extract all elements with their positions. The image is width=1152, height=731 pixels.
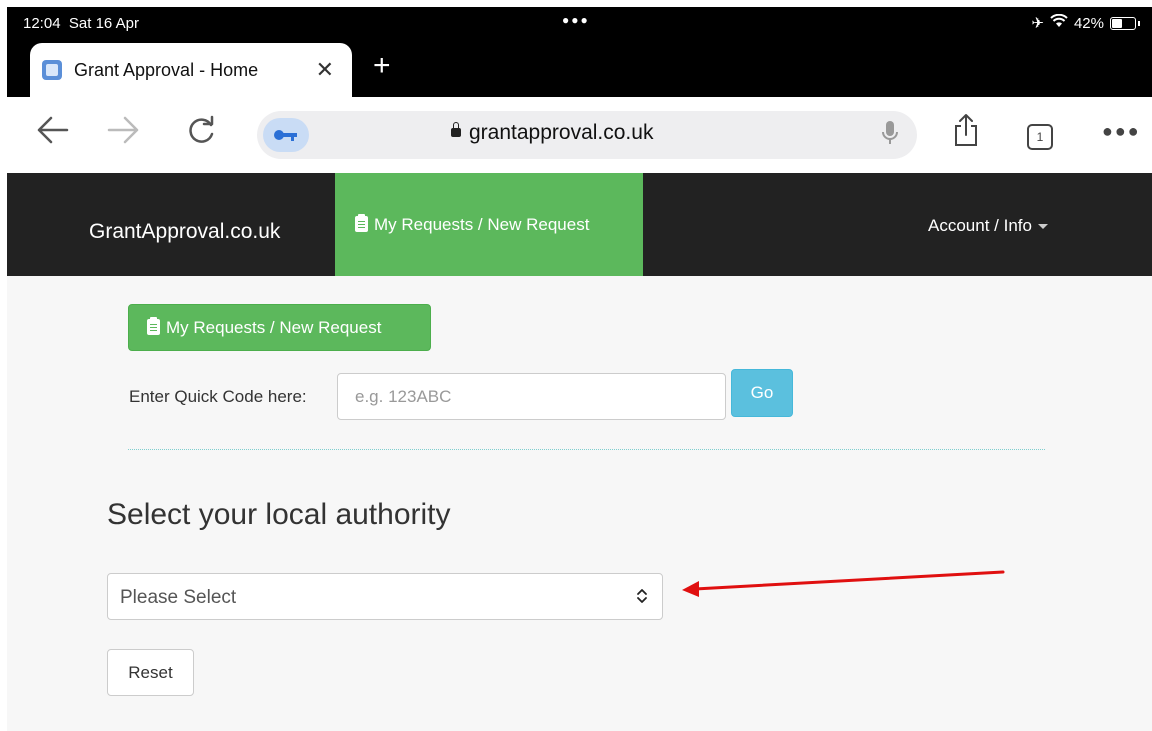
reload-icon[interactable] [187,115,217,153]
url-text[interactable]: grantapproval.co.uk [469,121,653,145]
key-icon[interactable] [263,118,309,152]
tab-count-button[interactable]: 1 [1027,124,1053,150]
site-navbar: GrantApproval.co.uk My Requests / New Re… [7,173,1152,276]
multitasking-dots-icon[interactable]: ●●● [562,13,590,27]
new-tab-icon[interactable]: + [373,49,391,83]
close-tab-icon[interactable]: ✕ [316,57,334,83]
battery-icon [1110,16,1136,30]
battery-tip [1138,20,1140,26]
quick-code-input[interactable] [337,373,726,420]
nav-item-my-requests[interactable]: My Requests / New Request [335,173,643,276]
page-heading: Select your local authority [107,498,451,531]
tab-title: Grant Approval - Home [74,59,259,80]
ipad-screen: 12:04 Sat 16 Apr ●●● ✈ 42% Grant Approva… [7,7,1152,731]
lock-icon [451,122,461,137]
back-arrow-icon[interactable] [35,115,69,153]
wifi-icon [1050,13,1068,32]
status-indicators: ✈ 42% [1031,13,1140,32]
section-divider [128,449,1045,450]
share-icon[interactable] [952,113,980,154]
site-favicon-icon [42,60,62,80]
page-content: My Requests / New Request Enter Quick Co… [7,276,1152,731]
battery-percentage: 42% [1073,14,1104,32]
quick-code-label: Enter Quick Code here: [129,387,307,406]
forward-arrow-icon[interactable] [107,115,141,153]
status-bar: 12:04 Sat 16 Apr ●●● ✈ 42% [7,7,1152,37]
address-bar[interactable]: grantapproval.co.uk [257,111,917,159]
select-value: Please Select [120,587,237,608]
nav-item-label: My Requests / New Request [374,215,590,234]
go-button[interactable]: Go [731,369,793,417]
more-icon[interactable]: ●●● [1102,121,1141,142]
airplane-icon: ✈ [1031,15,1044,32]
browser-toolbar: grantapproval.co.uk 1 ●●● [7,97,1152,173]
local-authority-select[interactable]: Please Select [107,573,663,620]
account-dropdown[interactable]: Account / Info [928,216,1048,236]
chevron-up-down-icon [636,587,648,605]
mic-icon[interactable] [882,120,898,152]
status-time: 12:04 Sat 16 Apr [23,15,139,32]
browser-tab-active[interactable]: Grant Approval - Home ✕ [30,43,352,97]
reset-button[interactable]: Reset [107,649,194,696]
site-brand[interactable]: GrantApproval.co.uk [89,220,280,244]
my-requests-button[interactable]: My Requests / New Request [128,304,431,351]
clipboard-icon [147,317,160,335]
battery-level [1112,18,1123,28]
clipboard-icon [355,214,368,232]
caret-down-icon [1037,224,1048,230]
